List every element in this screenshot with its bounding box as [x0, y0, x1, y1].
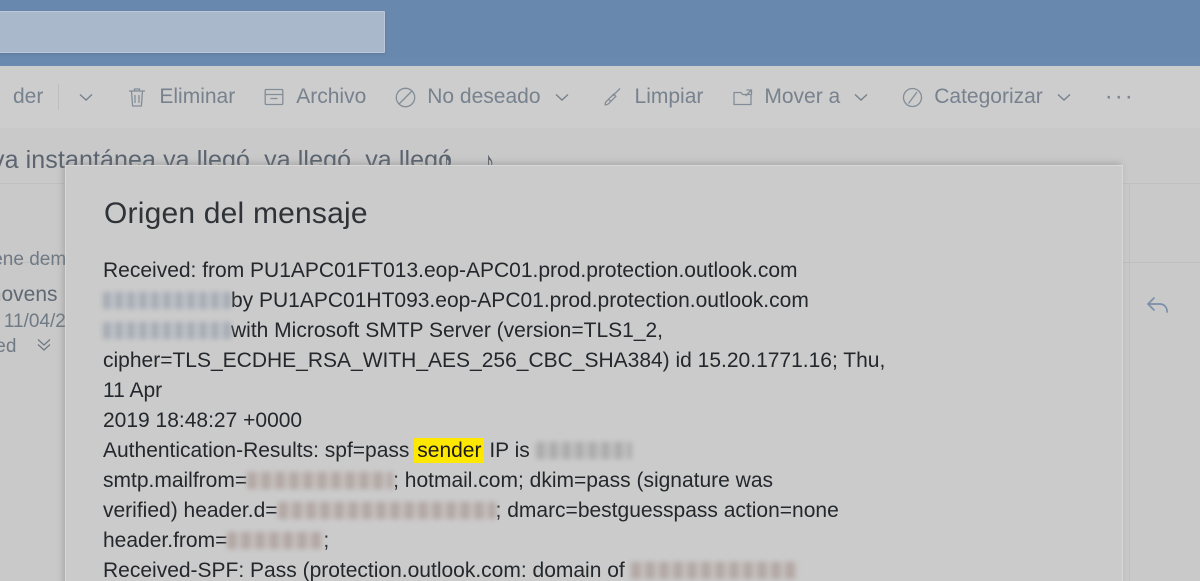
message-sender-name: movens: [0, 283, 58, 306]
chevron-down-icon: [849, 85, 873, 109]
toolbar-responder-label: der: [13, 85, 44, 108]
reply-icon[interactable]: [1143, 290, 1173, 325]
toolbar-item-label: Archivo: [296, 85, 367, 108]
redacted-ip: [103, 322, 231, 339]
trash-icon: [124, 84, 150, 110]
broom-icon: [600, 84, 626, 110]
toolbar-responder-dropdown[interactable]: [61, 74, 111, 120]
app-header-band-lower: [0, 58, 1200, 66]
toolbar-item-categorizar[interactable]: Categorizar: [886, 74, 1089, 120]
chevron-down-icon: [550, 85, 574, 109]
toolbar-overflow-button[interactable]: ···: [1089, 83, 1151, 111]
source-line-text: IP is: [483, 439, 536, 462]
source-line: 2019 18:48:27 +0000: [103, 409, 303, 432]
toolbar-item-archivo[interactable]: Archivo: [248, 74, 379, 120]
toolbar-item-label: Mover a: [764, 85, 841, 108]
outlook-message-source-screen: der Eliminar Archivo No deseado Limpiar …: [0, 0, 1200, 581]
toolbar-item-label: Limpiar: [634, 85, 704, 108]
source-line-received-spf: Received-SPF: Pass (protection.outlook.c…: [103, 556, 903, 581]
source-line-text: Authentication-Results: spf=pass: [103, 439, 416, 462]
source-line: with Microsoft SMTP Server (version=TLS1…: [103, 316, 903, 346]
source-line-text: ;: [323, 529, 330, 552]
message-preview-text: iene dem: [0, 249, 67, 270]
redacted-ip: [535, 442, 632, 459]
message-date: e 11/04/2: [0, 311, 66, 332]
source-line-mailfrom: smtp.mailfrom= ; hotmail.com; dkim=pass (…: [103, 466, 903, 496]
toolbar-item-no-deseado[interactable]: No deseado: [379, 74, 586, 120]
search-input[interactable]: [0, 11, 385, 53]
redacted-domain: [227, 532, 324, 549]
source-line-text: Received-SPF: Pass (protection.outlook.c…: [103, 559, 631, 581]
toolbar-item-limpiar[interactable]: Limpiar: [587, 74, 717, 120]
redacted-domain: [277, 502, 496, 519]
redacted-domain: [247, 472, 394, 489]
source-line-text: ; hotmail.com; dkim=pass (signature was: [393, 469, 774, 492]
toolbar-item-mover-a[interactable]: Mover a: [716, 74, 886, 120]
source-line-text: by PU1APC01HT093.eop-APC01.prod.protecti…: [231, 289, 809, 312]
message-source-text[interactable]: Received: from PU1APC01FT013.eop-APC01.p…: [103, 256, 903, 581]
redacted-domain: [630, 562, 799, 579]
move-icon: [729, 84, 755, 110]
source-line: by PU1APC01HT093.eop-APC01.prod.protecti…: [103, 286, 903, 316]
toolbar-divider: [58, 84, 60, 110]
toolbar-item-eliminar[interactable]: Eliminar: [111, 74, 248, 120]
source-line-headerd: verified) header.d= ; dmarc=bestguesspass…: [103, 496, 903, 526]
search-highlight-active: sender: [414, 438, 485, 463]
chevron-down-icon: [74, 85, 98, 109]
chevron-double-down-icon[interactable]: [34, 334, 54, 360]
message-recipients: ted: [0, 336, 17, 357]
source-line-text: verified) header.d=: [103, 499, 278, 522]
dialog-title: Origen del mensaje: [104, 197, 368, 230]
source-line-text: with Microsoft SMTP Server (version=TLS1…: [231, 319, 664, 342]
toolbar-item-label: No deseado: [427, 85, 541, 108]
source-line-auth-results: Authentication-Results: spf=pass sender …: [103, 436, 903, 466]
toolbar-item-responder[interactable]: der: [0, 74, 56, 120]
archive-icon: [261, 84, 287, 110]
toolbar-item-label: Categorizar: [934, 85, 1043, 108]
source-line-text: header.from=: [103, 529, 228, 552]
source-line-text: ; dmarc=bestguesspass action=none: [495, 499, 839, 522]
redacted-ip: [103, 292, 231, 309]
block-icon: [392, 84, 418, 110]
message-source-dialog: Origen del mensaje Received: from PU1APC…: [65, 165, 1123, 581]
source-line: Received: from PU1APC01FT013.eop-APC01.p…: [103, 259, 798, 282]
chevron-down-icon: [1052, 85, 1076, 109]
source-line-headerfrom: header.from=;: [103, 526, 903, 556]
toolbar-item-label: Eliminar: [159, 85, 236, 108]
pane-divider: [1129, 183, 1130, 581]
category-icon: [899, 84, 925, 110]
source-line-text: smtp.mailfrom=: [103, 469, 248, 492]
message-toolbar: der Eliminar Archivo No deseado Limpiar …: [0, 66, 1200, 128]
source-line: cipher=TLS_ECDHE_RSA_WITH_AES_256_CBC_SH…: [103, 349, 892, 402]
